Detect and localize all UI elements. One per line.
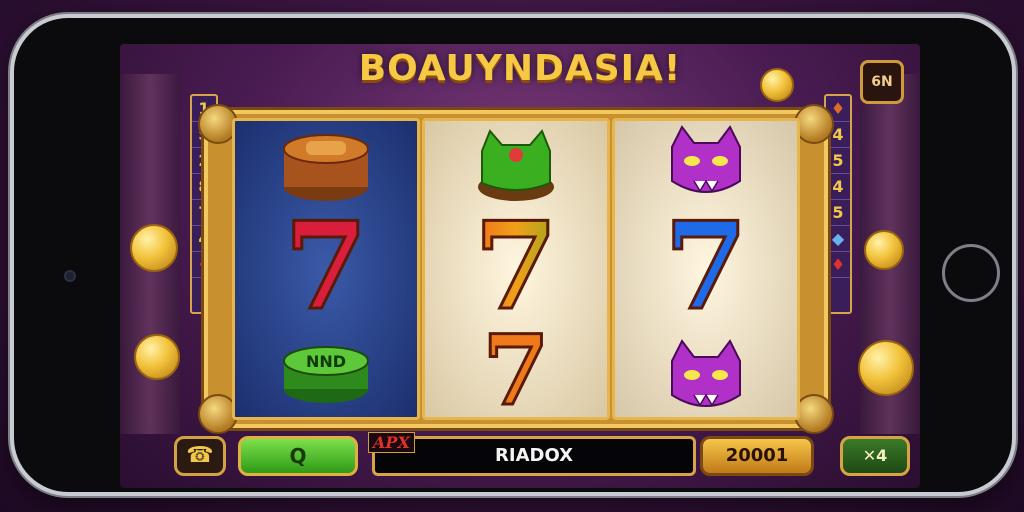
coin-icon bbox=[130, 224, 178, 272]
purple-cat-icon bbox=[615, 339, 797, 417]
game-title: BOAUYNDASIA! bbox=[358, 48, 682, 89]
payline-number: 5 bbox=[826, 148, 850, 174]
menu-button[interactable]: 6N bbox=[860, 60, 904, 104]
corner-ornament-icon bbox=[794, 394, 834, 434]
reel-frame: 7 NND 7 7 7 bbox=[198, 104, 834, 434]
payline-number: ♦ bbox=[826, 252, 850, 278]
seven-symbol: 7 bbox=[663, 196, 750, 337]
game-screen: BOAUYNDASIA! 6N 1 S 2 8 7 4 ♦ ♦ 4 5 4 5 … bbox=[120, 44, 920, 488]
green-action-button[interactable]: Q bbox=[238, 436, 358, 476]
coin-icon bbox=[858, 340, 914, 396]
seven-symbol: 7 bbox=[283, 196, 370, 337]
payline-number: 4 bbox=[826, 174, 850, 200]
reel-1: 7 NND bbox=[232, 118, 420, 420]
apx-label: APX bbox=[368, 432, 415, 453]
payline-number: ◆ bbox=[826, 226, 850, 252]
reel-2: 7 7 bbox=[422, 118, 610, 420]
rainbow-seven-symbol: 7 bbox=[425, 205, 607, 328]
corner-ornament-icon bbox=[794, 104, 834, 144]
control-bar: ☎ Q RIADOX APX 20001 ✕4 bbox=[164, 432, 910, 482]
coin-icon bbox=[864, 230, 904, 270]
coin-icon bbox=[760, 68, 794, 102]
orange-seven-symbol: 7 bbox=[481, 314, 551, 420]
reel-3: 7 bbox=[612, 118, 800, 420]
phone-icon[interactable]: ☎ bbox=[174, 436, 226, 476]
bet-value-button[interactable]: 20001 bbox=[700, 436, 814, 476]
home-button[interactable] bbox=[942, 244, 1000, 302]
phone-frame: BOAUYNDASIA! 6N 1 S 2 8 7 4 ♦ ♦ 4 5 4 5 … bbox=[10, 14, 1016, 496]
payline-number: 5 bbox=[826, 200, 850, 226]
camera-icon bbox=[64, 270, 76, 282]
green-chip-icon: NND bbox=[235, 337, 417, 411]
svg-text:NND: NND bbox=[306, 352, 346, 371]
message-display: RIADOX bbox=[372, 436, 696, 476]
coin-icon bbox=[134, 334, 180, 380]
auto-spin-button[interactable]: ✕4 bbox=[840, 436, 910, 476]
